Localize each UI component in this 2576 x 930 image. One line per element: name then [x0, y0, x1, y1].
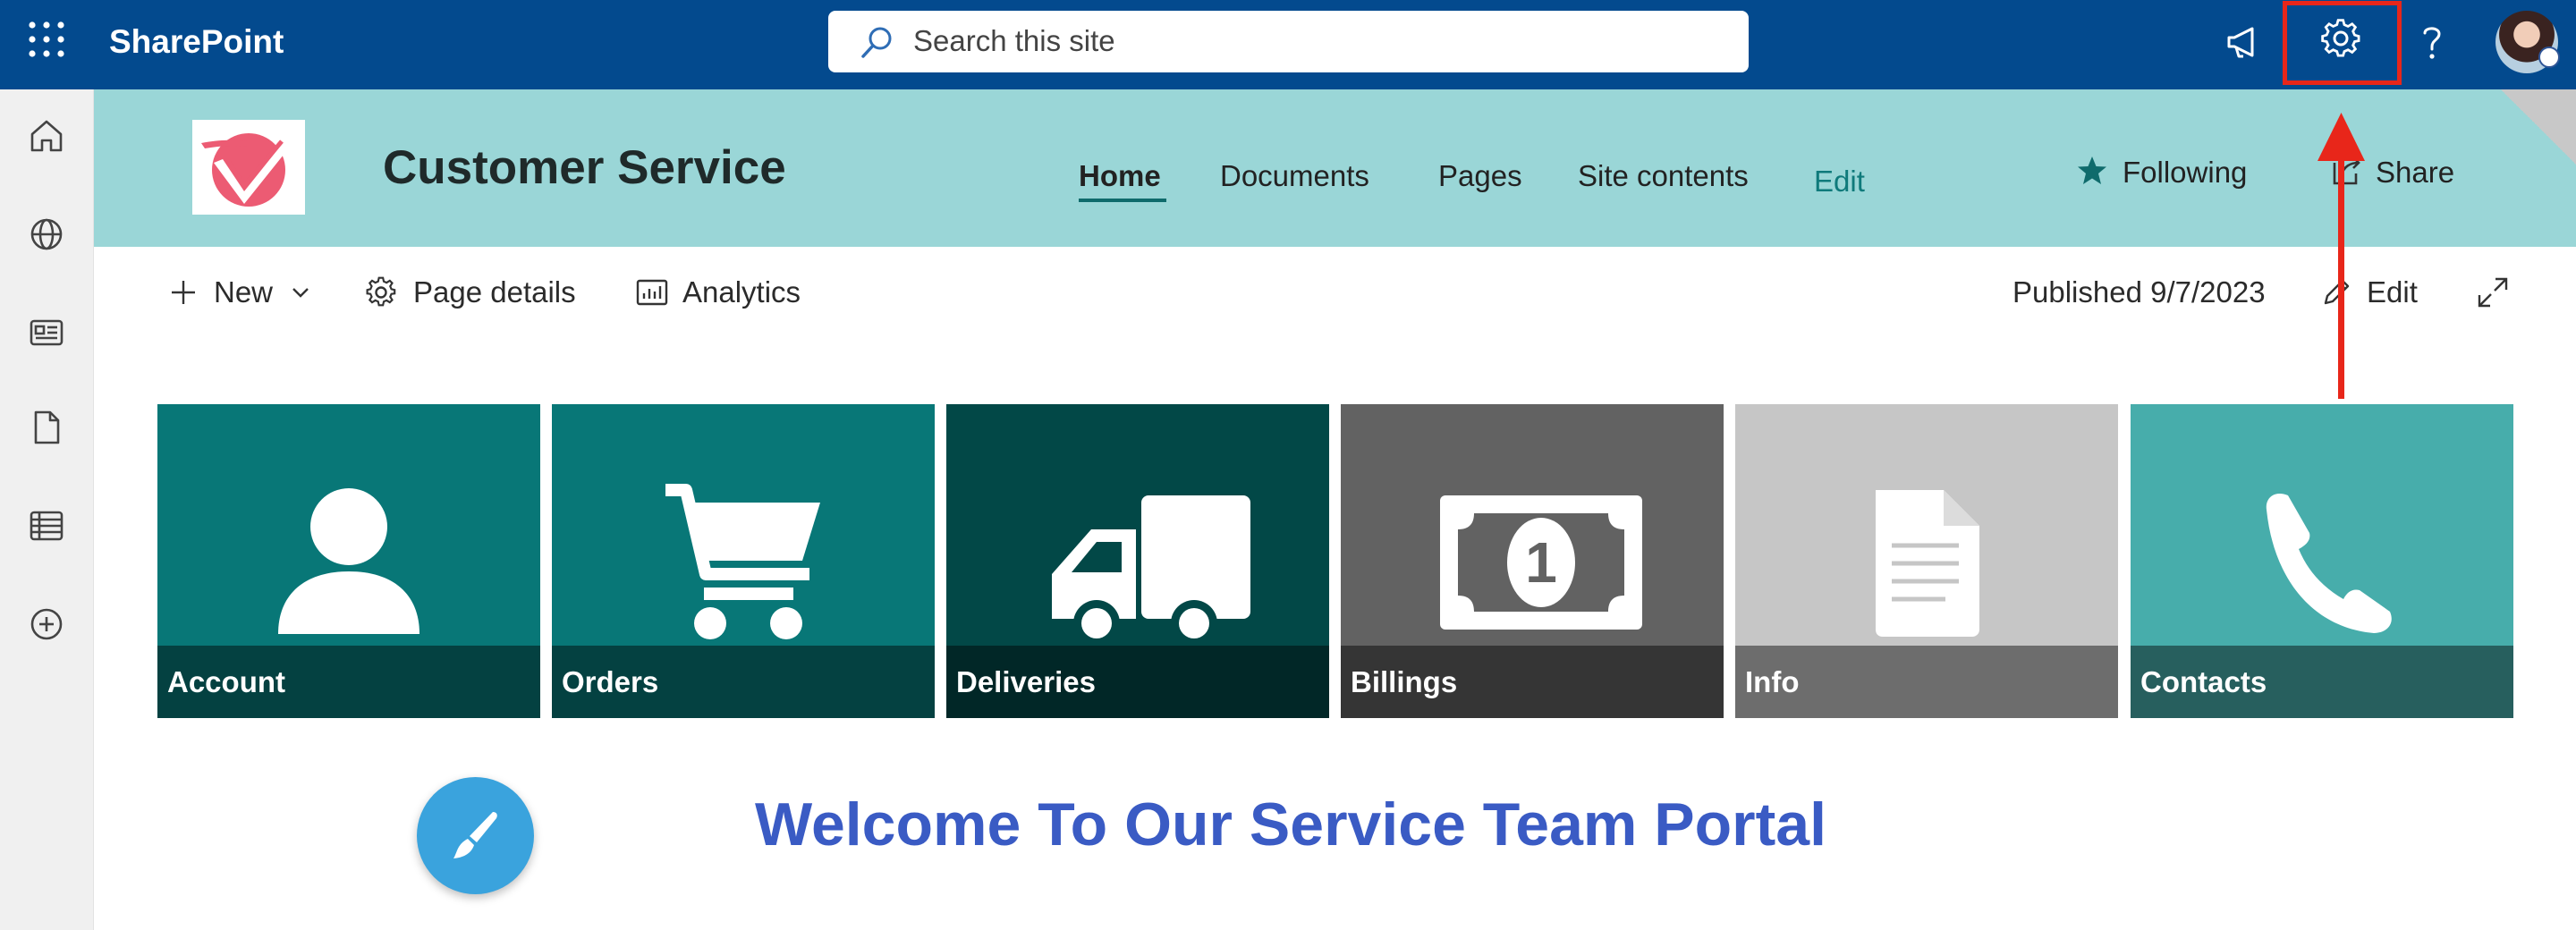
- tile-info-label: Info: [1745, 665, 1800, 698]
- search-box[interactable]: Search this site: [828, 11, 1749, 72]
- suite-bar: SharePoint Search this site: [0, 0, 2576, 89]
- share-button[interactable]: Share: [2376, 154, 2454, 191]
- add-icon[interactable]: [27, 604, 66, 644]
- tile-deliveries[interactable]: Deliveries: [946, 404, 1329, 718]
- truck-icon: [1052, 495, 1250, 646]
- file-icon[interactable]: [27, 408, 66, 447]
- settings-highlight-box: [2283, 1, 2402, 85]
- search-placeholder: Search this site: [913, 24, 1115, 57]
- design-ideas-button[interactable]: [417, 777, 534, 894]
- paintbrush-icon: [453, 812, 497, 858]
- new-button[interactable]: New: [214, 274, 273, 311]
- presence-badge: [2538, 46, 2560, 68]
- analytics-icon: [636, 279, 668, 306]
- tile-deliveries-label: Deliveries: [956, 665, 1096, 698]
- help-icon[interactable]: [2410, 20, 2454, 64]
- expand-corner[interactable]: [2501, 89, 2576, 165]
- search-icon: [861, 27, 892, 58]
- nav-home-underline: [1079, 199, 1166, 202]
- lists-icon[interactable]: [27, 506, 66, 545]
- published-status: Published 9/7/2023: [2012, 275, 2266, 309]
- page-details-gear-icon: [366, 276, 396, 307]
- globe-icon[interactable]: [27, 215, 66, 254]
- cart-icon: [665, 484, 820, 639]
- site-title[interactable]: Customer Service: [383, 140, 786, 197]
- tile-billings-label: Billings: [1351, 665, 1458, 698]
- chevron-down-icon[interactable]: [288, 280, 313, 305]
- tile-billings[interactable]: 1 Billings: [1341, 404, 1724, 718]
- expand-icon[interactable]: [2476, 275, 2510, 309]
- site-logo[interactable]: [192, 120, 305, 215]
- nav-site-contents[interactable]: Site contents: [1578, 157, 1749, 195]
- nav-documents[interactable]: Documents: [1220, 157, 1369, 195]
- nav-edit-link[interactable]: Edit: [1814, 163, 1865, 200]
- page-details-button[interactable]: Page details: [413, 274, 576, 311]
- document-icon: [1876, 490, 1979, 637]
- tile-account[interactable]: Account: [157, 404, 540, 718]
- sharepoint-page: SharePoint Search this site Customer Ser…: [0, 0, 2576, 930]
- edit-page-button[interactable]: Edit: [2367, 274, 2418, 311]
- home-icon[interactable]: [27, 116, 66, 156]
- app-launcher-icon[interactable]: [27, 20, 66, 59]
- banknote-icon: 1: [1440, 495, 1642, 630]
- plus-icon: [172, 281, 195, 304]
- star-filled-icon: [2078, 156, 2106, 184]
- tile-contacts-label: Contacts: [2140, 665, 2267, 698]
- tile-info[interactable]: Info: [1735, 404, 2118, 718]
- news-icon[interactable]: [27, 313, 66, 352]
- left-app-bar: [0, 89, 94, 930]
- brand-name[interactable]: SharePoint: [109, 21, 284, 63]
- welcome-heading: Welcome To Our Service Team Portal: [755, 790, 1826, 858]
- annotation-arrow: [2318, 113, 2365, 399]
- nav-pages[interactable]: Pages: [1438, 157, 1522, 195]
- svg-text:1: 1: [1525, 530, 1557, 595]
- tile-orders-label: Orders: [562, 665, 659, 698]
- analytics-button[interactable]: Analytics: [682, 274, 801, 311]
- tile-contacts[interactable]: Contacts: [2131, 404, 2513, 718]
- nav-home[interactable]: Home: [1079, 157, 1161, 195]
- following-button[interactable]: Following: [2123, 154, 2247, 191]
- tile-orders[interactable]: Orders: [552, 404, 935, 718]
- person-icon: [278, 488, 419, 634]
- tile-account-label: Account: [167, 665, 285, 698]
- megaphone-icon[interactable]: [2222, 20, 2267, 64]
- phone-icon: [2266, 493, 2392, 633]
